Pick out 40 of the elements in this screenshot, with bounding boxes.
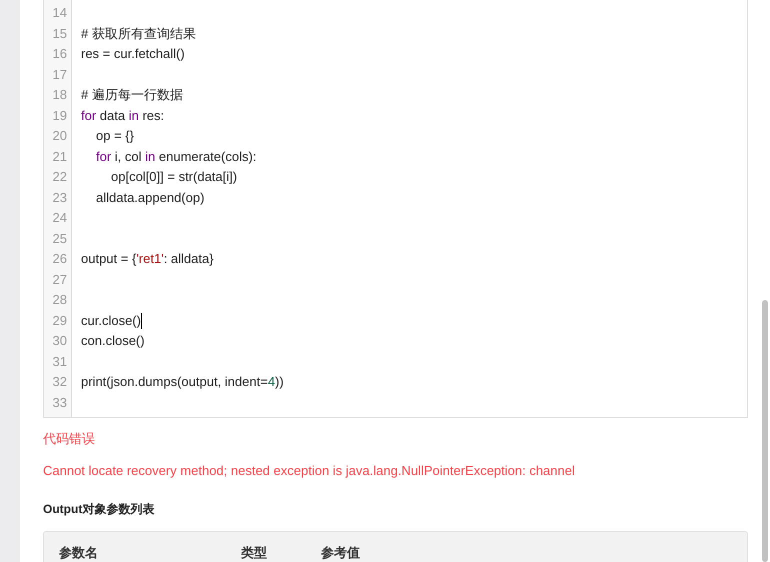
code-line: output = {'ret1': alldata} bbox=[81, 250, 214, 268]
code-line: cur.close() bbox=[81, 312, 141, 330]
line-number: 23 bbox=[52, 188, 68, 206]
code-line: # 获取所有查询结果 bbox=[81, 24, 196, 42]
code-line: for data in res: bbox=[81, 106, 164, 124]
code-line: op = {} bbox=[96, 127, 134, 145]
line-number: 19 bbox=[52, 106, 68, 124]
code-line: op[col[0]] = str(data[i]) bbox=[111, 168, 238, 186]
line-number: 16 bbox=[52, 45, 68, 63]
error-title: 代码错误 bbox=[43, 430, 96, 448]
line-number: 27 bbox=[52, 270, 68, 288]
line-number: 15 bbox=[52, 24, 68, 42]
scrollbar[interactable] bbox=[762, 300, 768, 562]
column-header: 参考值 bbox=[321, 545, 360, 560]
line-number: 14 bbox=[52, 4, 68, 22]
line-number: 29 bbox=[52, 312, 68, 330]
column-header: 类型 bbox=[241, 545, 267, 560]
code-line: print(json.dumps(output, indent=4)) bbox=[81, 373, 284, 391]
error-message: Cannot locate recovery method; nested exception is java.lang.NullPointerException: channel bbox=[43, 462, 576, 480]
code-line: res = cur.fetchall() bbox=[81, 45, 185, 63]
code-line: alldata.append(op) bbox=[96, 188, 204, 207]
line-number: 33 bbox=[52, 394, 68, 412]
line-number: 31 bbox=[52, 352, 68, 370]
code-line: # 遍历每一行数据 bbox=[81, 86, 183, 104]
line-number: 18 bbox=[52, 86, 68, 104]
section-heading: Output对象参数列表 bbox=[43, 501, 156, 518]
line-number: 22 bbox=[52, 168, 68, 186]
line-number: 24 bbox=[52, 209, 68, 227]
line-number: 21 bbox=[52, 148, 68, 166]
line-number: 30 bbox=[52, 332, 68, 350]
code-line: for i, col in enumerate(cols): bbox=[96, 148, 256, 166]
column-header: 参数名 bbox=[59, 545, 98, 560]
line-number: 25 bbox=[52, 230, 68, 248]
line-number: 20 bbox=[52, 127, 68, 145]
code-line: con.close() bbox=[81, 332, 145, 350]
line-number: 26 bbox=[52, 250, 68, 268]
line-number: 17 bbox=[52, 66, 68, 84]
code-editor[interactable] bbox=[43, 0, 748, 418]
line-number: 32 bbox=[52, 373, 68, 391]
line-number: 28 bbox=[52, 291, 68, 309]
